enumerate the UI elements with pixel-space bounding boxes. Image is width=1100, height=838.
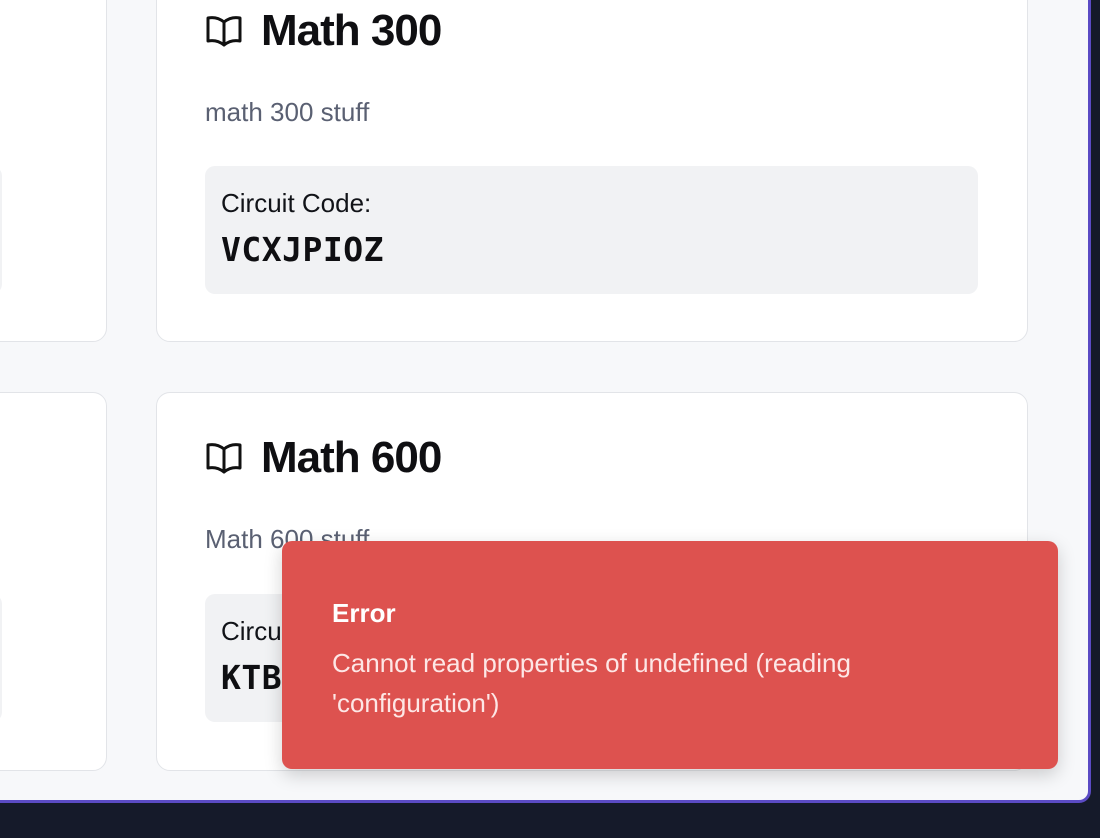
toast-title: Error (332, 598, 396, 628)
circuit-code-box (0, 166, 2, 294)
course-title: Math 300 (205, 6, 442, 56)
circuit-code-box: Circuit Code: VCXJPIOZ (205, 166, 978, 294)
course-title: Math 600 (205, 433, 442, 483)
course-description: math 300 stuff (205, 97, 370, 127)
circuit-code-value: KTB (221, 658, 283, 697)
circuit-code-value: VCXJPIOZ (221, 230, 384, 269)
course-title-text: Math 300 (261, 6, 442, 55)
open-book-icon (205, 441, 243, 475)
course-card-math-300[interactable]: Math 300 math 300 stuff Circuit Code: VC… (156, 0, 1028, 342)
course-card-left-bottom[interactable] (0, 392, 107, 771)
open-book-icon (205, 14, 243, 48)
course-title-text: Math 600 (261, 433, 442, 482)
toast-message: Cannot read properties of undefined (rea… (332, 648, 851, 718)
course-card-left-top[interactable] (0, 0, 107, 342)
error-toast[interactable]: Error Cannot read properties of undefine… (282, 541, 1058, 769)
circuit-code-label: Circuit Code: (221, 188, 372, 218)
circuit-code-box (0, 594, 2, 722)
